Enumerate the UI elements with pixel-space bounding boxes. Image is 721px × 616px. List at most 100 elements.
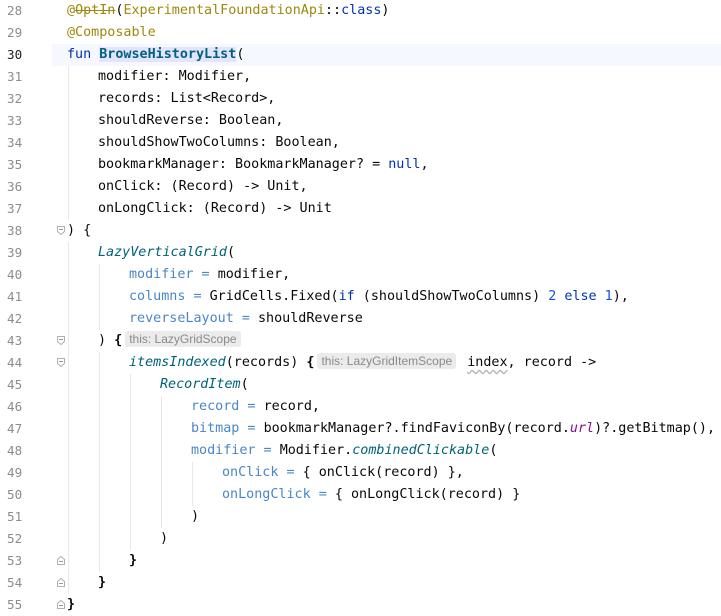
paren: (	[489, 443, 498, 458]
line-number: 37	[7, 201, 23, 216]
line-number: 53	[7, 553, 23, 568]
equals: =	[310, 487, 335, 502]
annotation-argument: ExperimentalFoundationApi	[123, 3, 325, 18]
code-line-38: ) {	[67, 223, 92, 238]
composable-annotation: @Composable	[67, 25, 156, 40]
code-text: , record ->	[507, 355, 597, 370]
paren: (	[240, 377, 249, 392]
code-text: )?.getBitmap(),	[594, 421, 716, 436]
inlay-hint[interactable]: this: LazyGridScope	[125, 331, 241, 347]
keyword: null	[388, 157, 421, 172]
line-number: 33	[7, 113, 23, 128]
line-number: 55	[7, 597, 23, 612]
equals: =	[255, 443, 280, 458]
composable-call: RecordItem	[160, 377, 241, 392]
code-line-48: modifier = Modifier.combinedClickable(	[191, 440, 497, 462]
named-argument: columns	[129, 289, 186, 304]
function-call: itemsIndexed	[129, 355, 226, 370]
keyword: fun	[67, 47, 92, 62]
code-text: { onLongClick(record) }	[334, 487, 521, 502]
line-number: 54	[7, 575, 23, 590]
line-number: 38	[7, 223, 23, 238]
keyword: else	[564, 289, 597, 304]
line-number: 29	[7, 25, 23, 40]
function-name[interactable]: BrowseHistoryList	[99, 47, 237, 62]
code-text: ),	[612, 289, 629, 304]
code-line-55: }	[67, 597, 76, 612]
paren: (	[227, 245, 236, 260]
code-line-31: modifier: Modifier,	[98, 69, 252, 84]
line-number: 41	[7, 289, 23, 304]
code-line-46: record = record,	[191, 396, 320, 418]
code-text: Modifier.	[279, 443, 353, 458]
code-line-51: )	[191, 509, 200, 524]
code-editor[interactable]: 28 29 30 31 32 33 34 35 36 37 38 39 40 4…	[0, 0, 721, 614]
code-line-45: RecordItem(	[160, 374, 249, 396]
line-number: 32	[7, 91, 23, 106]
inlay-hint[interactable]: this: LazyGridItemScope	[317, 353, 457, 369]
named-argument: reverseLayout	[129, 311, 234, 326]
line-number: 45	[7, 377, 23, 392]
code-line-32: records: List<Record>,	[98, 91, 276, 106]
line-number-current: 30	[7, 47, 23, 62]
paren: )	[381, 3, 390, 18]
line-number: 50	[7, 487, 23, 502]
code-text: shouldReverse	[258, 311, 363, 326]
composable-call: LazyVerticalGrid	[98, 245, 227, 260]
optin-annotation: OptIn	[75, 3, 116, 18]
code-line-34: shouldShowTwoColumns: Boolean,	[98, 135, 340, 150]
code-text: ,	[420, 157, 429, 172]
code-line-40: modifier = modifier,	[129, 264, 290, 286]
line-number: 28	[7, 3, 23, 18]
line-number: 39	[7, 245, 23, 260]
code-line-52: )	[160, 531, 169, 546]
code-line-41: columns = GridCells.Fixed(if (shouldShow…	[129, 286, 629, 308]
equals: =	[185, 289, 210, 304]
line-number: 42	[7, 311, 23, 326]
line-number: 46	[7, 399, 23, 414]
equals: =	[233, 311, 258, 326]
code-line-33: shouldReverse: Boolean,	[98, 113, 284, 128]
code-area[interactable]: @OptIn( ExperimentalFoundationApi::class)…	[52, 0, 721, 614]
code-line-43: ) {this: LazyGridScope	[98, 330, 244, 352]
code-line-37: onLongClick: (Record) -> Unit	[98, 201, 332, 216]
line-number: 34	[7, 135, 23, 150]
keyword: class	[341, 3, 382, 18]
paren: (	[236, 47, 245, 62]
code-line-44: itemsIndexed(records) {this: LazyGridIte…	[129, 352, 596, 374]
code-text: )	[98, 333, 115, 348]
line-number: 52	[7, 531, 23, 546]
code-line-53: }	[129, 553, 138, 568]
equals: =	[193, 267, 218, 282]
code-text: record,	[263, 399, 320, 414]
number: 1	[604, 289, 613, 304]
separator: ::	[324, 3, 342, 18]
keyword: if	[338, 289, 355, 304]
code-line-39: LazyVerticalGrid(	[98, 242, 235, 264]
line-number: 47	[7, 421, 23, 436]
unused-parameter[interactable]: index	[467, 355, 507, 370]
line-number: 40	[7, 267, 23, 282]
property: url	[569, 421, 595, 436]
annotation-at: @	[67, 3, 76, 18]
line-number: 44	[7, 355, 23, 370]
code-text: modifier,	[217, 267, 291, 282]
code-line-36: onClick: (Record) -> Unit,	[98, 179, 308, 194]
code-line-49: onClick = { onClick(record) },	[222, 462, 464, 484]
brace: {	[306, 355, 315, 370]
code-text: GridCells.Fixed(	[209, 289, 339, 304]
code-line-42: reverseLayout = shouldReverse	[129, 308, 363, 330]
line-number: 48	[7, 443, 23, 458]
line-number: 35	[7, 157, 23, 172]
code-line-29: @Composable	[67, 22, 156, 44]
code-line-35: bookmarkManager: BookmarkManager? = null…	[98, 154, 429, 176]
equals: =	[278, 465, 303, 480]
equals: =	[239, 421, 264, 436]
line-number: 51	[7, 509, 23, 524]
line-number-gutter[interactable]: 28 29 30 31 32 33 34 35 36 37 38 39 40 4…	[0, 0, 52, 614]
equals: =	[239, 399, 264, 414]
named-argument: modifier	[191, 443, 256, 458]
line-number: 49	[7, 465, 23, 480]
line-number: 43	[7, 333, 23, 348]
